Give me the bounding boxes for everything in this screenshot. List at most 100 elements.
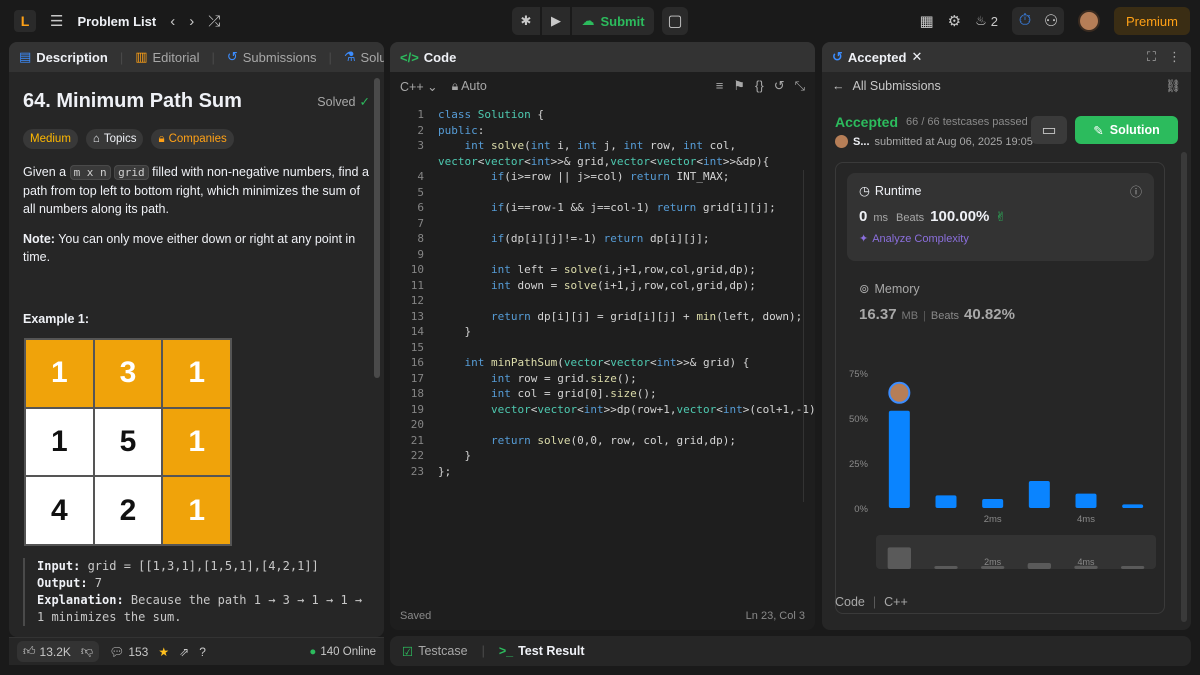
editor-scrollbar[interactable]	[803, 170, 813, 502]
description-panel: ▤ Description | ▥ Editorial | ↺ Submissi…	[9, 42, 384, 637]
code-text: int solve(int i, int j, int row, int col…	[464, 139, 737, 152]
help-icon[interactable]: ?	[199, 645, 206, 659]
grid-cell: 1	[163, 408, 230, 476]
tab-divider: |	[328, 49, 332, 65]
editorial-button[interactable]: ▭	[1031, 116, 1067, 144]
line-number: 2	[417, 123, 424, 137]
memory-header: ⊚ Memory	[859, 281, 1149, 297]
runtime-box[interactable]: ◷ Runtime ⓘ 0 ms Beats 100.00% ✌ ✦ Analy…	[847, 173, 1154, 261]
avatar[interactable]	[1077, 10, 1100, 32]
code-line: 21 return solve(0,0, row, col, grid,dp);	[390, 434, 815, 450]
code-line: 23};	[390, 465, 815, 481]
stats-card: ◷ Runtime ⓘ 0 ms Beats 100.00% ✌ ✦ Analy…	[835, 162, 1165, 614]
code-panel: </> Code C++ ⌄ 🔒︎ Auto ≡ ⚑ {} ↺ ⤡ 1 class…	[390, 42, 815, 630]
timer-group: ⏱ ⚇	[1011, 7, 1064, 35]
chip-icon: ⊚	[859, 282, 870, 296]
code-text: }	[438, 449, 472, 462]
tab-code[interactable]: </> Code	[400, 50, 456, 65]
runtime-beats-label: Beats	[896, 212, 925, 224]
line-number: 3	[417, 139, 424, 152]
layout-grid-icon[interactable]: ▦	[919, 12, 933, 30]
code-line: 9	[390, 248, 815, 264]
memory-value: 16.37	[859, 306, 897, 323]
code-header: </> Code	[390, 42, 815, 72]
divider: |	[923, 310, 926, 322]
problem-list-icon[interactable]: ☰	[50, 12, 63, 30]
format-icon[interactable]: ≡	[716, 78, 724, 94]
leetcode-logo-icon[interactable]: L	[14, 10, 36, 32]
overview-tick-label: 4ms	[1077, 557, 1095, 567]
tab-description[interactable]: ▤ Description	[19, 49, 108, 65]
settings-gear-icon[interactable]: ⚙	[948, 12, 961, 30]
scrollbar[interactable]	[374, 78, 380, 378]
overview-bar	[887, 547, 911, 569]
add-user-icon[interactable]: ⚇	[1038, 11, 1064, 31]
next-problem-icon[interactable]: ›	[189, 13, 194, 30]
tab-test-result[interactable]: >_ Test Result	[499, 644, 585, 658]
close-icon[interactable]: ✕	[911, 49, 922, 65]
language-select[interactable]: C++ ⌄	[400, 79, 438, 94]
inline-code: m x n	[69, 165, 111, 180]
debug-icon[interactable]: ✱	[512, 7, 540, 35]
code-line: 4 if(i>=row || j>=col) return INT_MAX;	[390, 170, 815, 186]
shuffle-icon[interactable]: ⤮	[208, 13, 220, 30]
braces-icon[interactable]: {}	[755, 78, 764, 94]
problem-list-link[interactable]: Problem List	[77, 14, 156, 29]
companies-tag[interactable]: 🔒︎ Companies	[151, 129, 234, 149]
analyze-complexity-link[interactable]: ✦ Analyze Complexity	[859, 232, 1142, 246]
chart-overview-slider[interactable]: 2ms 4ms	[876, 535, 1156, 569]
cloud-upload-icon: ☁	[581, 13, 595, 28]
code-brackets-icon: </>	[400, 49, 419, 65]
all-submissions-link[interactable]: All Submissions	[853, 79, 941, 93]
bookmark-icon[interactable]: ⚑	[733, 78, 745, 94]
runtime-header: ◷ Runtime	[859, 183, 1142, 199]
scrollbar[interactable]	[1181, 152, 1187, 622]
line-number: 17	[410, 371, 424, 385]
submitted-by: S... submitted at Aug 06, 2025 19:05	[835, 135, 1033, 148]
info-icon[interactable]: ⓘ	[1130, 183, 1142, 200]
auto-mode[interactable]: 🔒︎ Auto	[452, 79, 487, 94]
collapse-icon[interactable]: ⤡	[795, 78, 805, 94]
example-output: Output: 7	[37, 575, 370, 592]
more-icon[interactable]: ⋮	[1168, 49, 1181, 65]
link-icon[interactable]: ⛓	[1165, 79, 1181, 94]
tab-submissions[interactable]: ↺ Submissions	[227, 49, 317, 65]
star-icon[interactable]: ★	[158, 645, 169, 659]
dislike-button[interactable]: 👎︎	[81, 644, 93, 659]
username[interactable]: S...	[853, 136, 870, 148]
runtime-value: 0	[859, 208, 868, 225]
tab-editorial[interactable]: ▥ Editorial	[135, 49, 199, 65]
topics-tag[interactable]: ⌂ Topics	[85, 129, 144, 149]
y-tick-label: 75%	[849, 369, 869, 380]
tab-accepted[interactable]: ↺ Accepted ✕	[832, 49, 922, 65]
reset-icon[interactable]: ↺	[774, 78, 785, 94]
comments-button[interactable]: 💬︎ 153	[109, 645, 148, 659]
online-dot-icon: ●	[309, 645, 317, 658]
avatar[interactable]	[835, 135, 848, 148]
code-editor[interactable]: 1 class Solution {2 public: 3 int solve(int…	[390, 104, 815, 604]
maximize-icon[interactable]: ⛶	[1147, 49, 1156, 65]
code-text: };	[438, 464, 452, 478]
prev-problem-icon[interactable]: ‹	[170, 13, 175, 30]
submit-button[interactable]: ☁ Submit	[572, 7, 654, 35]
run-button[interactable]: ▶	[542, 7, 570, 35]
tab-testcase[interactable]: ☑ Testcase	[402, 644, 468, 659]
notes-icon[interactable]: ▢	[662, 7, 688, 35]
share-icon[interactable]: ⇗	[179, 645, 189, 659]
inline-code: grid	[114, 165, 149, 180]
solution-button[interactable]: ✎ Solution	[1075, 116, 1178, 144]
like-button[interactable]: 👍︎ 13.2K	[23, 644, 71, 659]
example-input: Input: grid = [[1,3,1],[1,5,1],[4,2,1]]	[37, 558, 370, 575]
runtime-distribution-chart[interactable]: 75% 50% 25% 0% 2ms 4ms	[836, 358, 1166, 528]
code-text: public:	[438, 123, 485, 137]
code-line: 14 }	[390, 325, 815, 341]
analyze-label: Analyze Complexity	[872, 232, 969, 245]
code-line: 15	[390, 341, 815, 357]
stopwatch-icon[interactable]: ⏱	[1012, 12, 1038, 30]
difficulty-badge[interactable]: Medium	[23, 129, 78, 149]
streak-counter[interactable]: ♨ 2	[975, 13, 998, 29]
premium-button[interactable]: Premium	[1113, 7, 1190, 35]
arrow-left-icon[interactable]: ←	[832, 79, 845, 93]
tab-solutions[interactable]: ⚗ Solutions	[344, 49, 384, 65]
memory-box[interactable]: ⊚ Memory 16.37 MB | Beats 40.82%	[859, 281, 1149, 324]
